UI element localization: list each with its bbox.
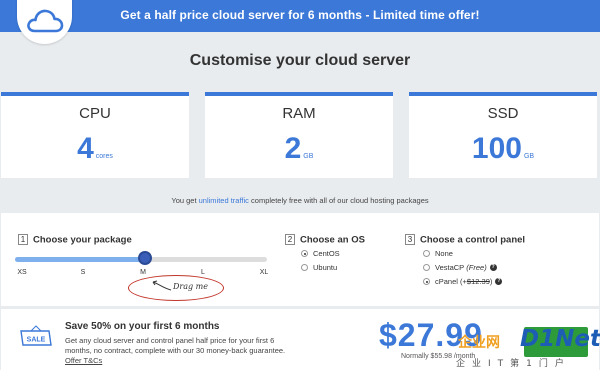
promo-banner: Get a half price cloud server for 6 mont… [0,0,600,32]
size-label-l[interactable]: L [201,269,205,276]
os-step-number: 2 [285,234,295,246]
os-heading: 2 Choose an OS [285,231,365,249]
ram-unit: GB [303,153,314,160]
panel-option-label: cPanel [435,277,458,286]
panel-option-cpanel[interactable]: cPanel (+ $12.39)? [423,277,503,286]
os-step-label: Choose an OS [300,234,365,246]
os-option-ubuntu[interactable]: Ubuntu [301,263,337,272]
size-label-xs[interactable]: XS [17,269,26,276]
radio-checked-icon[interactable] [423,278,430,285]
traffic-text-after: completely free with all of our cloud ho… [248,196,429,205]
sale-badge-text: SALE [27,337,46,344]
watermark-brand: D1Net [520,326,600,352]
panel-option-price: $12.39 [466,277,490,286]
control-panel-step-label: Choose a control panel [420,234,526,246]
sale-tag-icon: SALE [20,325,52,346]
panel-option-note-prefix: (+ [460,277,467,286]
radio-icon[interactable] [301,264,308,271]
size-label-m[interactable]: M [140,269,146,276]
ram-card: RAM 2 GB [205,92,393,178]
cpu-card: CPU 4 cores [1,92,189,178]
help-icon[interactable]: ? [489,264,497,271]
unlimited-traffic-link[interactable]: unlimited traffic [199,196,249,205]
package-step-label: Choose your package [33,234,132,246]
offer-terms-link[interactable]: Offer T&Cs [65,356,102,365]
page-title: Customise your cloud server [189,52,411,69]
drag-hint-text: Drag me [173,282,208,291]
cpu-unit: cores [95,153,113,160]
size-label-s[interactable]: S [81,269,86,276]
help-icon[interactable]: ? [495,278,503,285]
panel-option-none[interactable]: None [423,249,453,258]
panel-option-label: None [435,249,453,258]
control-panel-step-number: 3 [405,234,415,246]
package-slider-handle[interactable] [138,251,152,265]
panel-option-note-suffix: ) [489,277,493,286]
panel-option-vestacp[interactable]: VestaCP (Free)? [423,263,497,272]
watermark-cn: 企业网 [458,335,500,351]
options-panel: 1 Choose your package XS S M L XL 2 Choose… [1,213,599,306]
ram-label: RAM [282,105,316,122]
os-option-label: Ubuntu [313,263,338,272]
sale-title: Save 50% on your first 6 months [65,321,220,332]
traffic-text-before: You get [171,196,199,205]
cpu-value: 4 [77,132,94,165]
ssd-label: SSD [487,105,519,122]
drag-hint-circle: Drag me [128,275,224,301]
radio-icon[interactable] [423,264,430,271]
ssd-value: 100 [471,132,522,165]
os-option-label: CentOS [313,249,340,258]
package-slider-fill [15,257,145,262]
sale-description-text: Get any cloud server and control panel h… [65,336,286,355]
radio-checked-icon[interactable] [301,250,308,257]
traffic-note: You get unlimited traffic completely fre… [0,196,600,205]
size-label-xl[interactable]: XL [260,269,269,276]
cpu-label: CPU [79,105,111,122]
ram-value: 2 [284,132,302,165]
watermark-sub: 企业IT第1门户 [456,359,571,369]
watermark: 企业网 D1Net 企业IT第1门户 [448,326,600,370]
package-heading: 1 Choose your package [18,231,132,249]
ssd-card: SSD 100 GB [409,92,597,178]
cloud-logo[interactable] [17,0,72,44]
ssd-unit: GB [523,153,535,160]
control-panel-heading: 3 Choose a control panel [405,231,525,249]
package-step-number: 1 [18,234,28,246]
radio-icon[interactable] [423,250,430,257]
promo-banner-text: Get a half price cloud server for 6 mont… [120,8,480,22]
cloud-icon [26,9,63,33]
panel-option-note: (Free) [466,263,487,272]
os-option-centos[interactable]: CentOS [301,249,340,258]
sale-description: Get any cloud server and control panel h… [65,336,301,366]
pointer-arrow-icon [152,280,172,291]
panel-option-label: VestaCP [435,263,465,272]
